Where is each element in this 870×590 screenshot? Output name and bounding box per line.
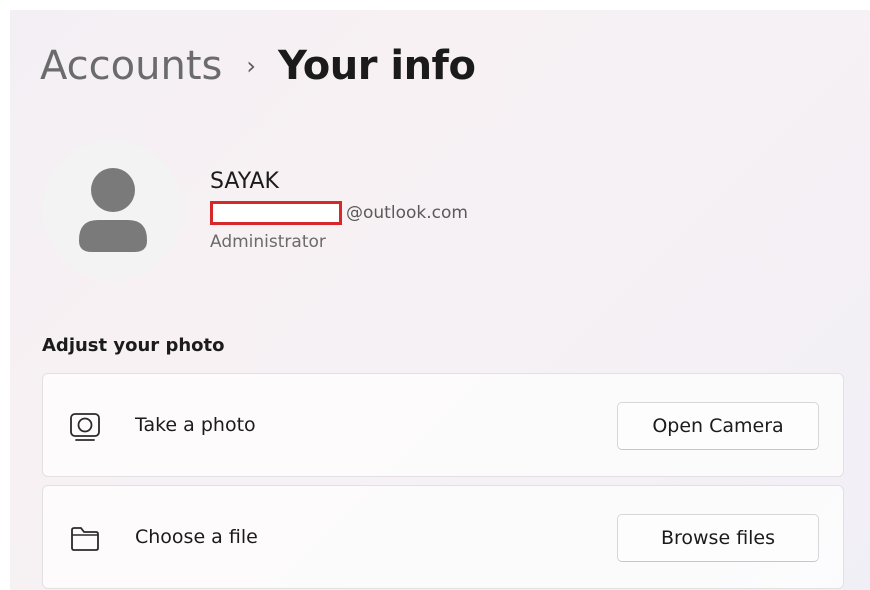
avatar	[42, 140, 182, 280]
breadcrumb: Accounts › Your info	[40, 40, 476, 92]
choose-file-card: Choose a file Browse files	[42, 485, 844, 589]
email-row: @outlook.com	[210, 198, 468, 228]
breadcrumb-chevron-icon: ›	[246, 52, 256, 80]
user-name: SAYAK	[210, 169, 279, 194]
redacted-email-box	[210, 201, 342, 225]
breadcrumb-accounts[interactable]: Accounts	[40, 43, 222, 89]
take-photo-label: Take a photo	[135, 414, 256, 436]
user-silhouette-icon	[79, 168, 147, 252]
browse-files-button[interactable]: Browse files	[617, 514, 819, 562]
profile-info: SAYAK @outlook.com Administrator	[210, 168, 468, 252]
choose-file-label: Choose a file	[135, 526, 258, 548]
camera-icon	[69, 412, 101, 442]
open-camera-button[interactable]: Open Camera	[617, 402, 819, 450]
page-title: Your info	[277, 43, 476, 89]
user-role: Administrator	[210, 232, 326, 252]
take-photo-card: Take a photo Open Camera	[42, 373, 844, 477]
email-domain: @outlook.com	[346, 203, 468, 223]
settings-window: Accounts › Your info SAYAK @outlook.com …	[10, 10, 870, 590]
folder-icon	[69, 524, 101, 554]
section-title-adjust-photo: Adjust your photo	[42, 335, 225, 356]
